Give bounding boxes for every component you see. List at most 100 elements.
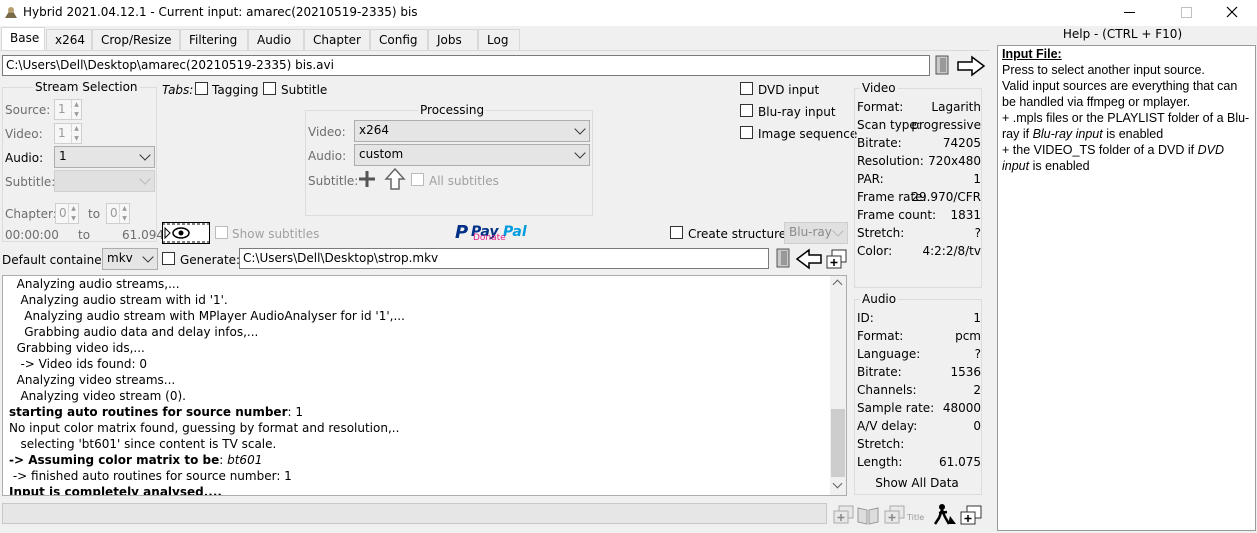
show-subtitles-checkbox[interactable]: [215, 226, 228, 239]
app-icon: [3, 4, 19, 20]
tab-filtering[interactable]: Filtering: [180, 29, 248, 50]
add-icon[interactable]: [357, 169, 377, 189]
video-encoder-select[interactable]: x264: [354, 120, 590, 142]
spin-down-icon[interactable]: ▼: [119, 214, 129, 223]
container-select[interactable]: mkv: [102, 248, 158, 270]
input-path-field[interactable]: C:\Users\Dell\Desktop\amarec(20210519-23…: [2, 55, 930, 76]
video-spinner[interactable]: 1 ▲ ▼: [54, 123, 82, 144]
chapter-label: Chapter:: [5, 207, 57, 221]
processing-video-label: Video:: [308, 125, 346, 139]
info-value: 61.075: [939, 455, 981, 469]
info-value: 0: [973, 419, 981, 433]
image-sequence-checkbox[interactable]: [740, 126, 753, 139]
tab-base[interactable]: Base: [1, 27, 45, 51]
spin-up-icon[interactable]: ▲: [119, 204, 129, 213]
spin-up-icon[interactable]: ▲: [71, 100, 81, 109]
info-key: Channels:: [857, 383, 917, 397]
audio-encoder-select[interactable]: custom: [354, 144, 590, 166]
info-row: Frame count: 1831: [854, 208, 981, 226]
spin-down-icon[interactable]: ▼: [71, 134, 81, 143]
tab-audio[interactable]: Audio: [248, 29, 304, 50]
scroll-up-icon[interactable]: [832, 279, 843, 290]
chevron-down-icon: [139, 173, 151, 185]
help-heading: Input File:: [1002, 47, 1062, 61]
output-path-field[interactable]: C:\Users\Dell\Desktop\strop.mkv: [239, 248, 769, 269]
video-info-title: Video: [860, 81, 898, 95]
minimize-icon[interactable]: [1124, 12, 1135, 13]
scrollbar-thumb[interactable]: [831, 409, 845, 477]
add-job-bottom-icon[interactable]: [960, 505, 984, 527]
tab-jobs[interactable]: Jobs: [428, 29, 478, 50]
spin-down-icon[interactable]: ▼: [68, 214, 78, 223]
info-key: Stretch:: [857, 226, 905, 240]
chapter-to-spinner[interactable]: 0 ▲ ▼: [106, 203, 130, 224]
source-label: Source:: [5, 103, 51, 117]
maximize-icon[interactable]: [1181, 7, 1192, 18]
arrow-up-icon[interactable]: [384, 167, 406, 191]
chevron-down-icon: [142, 251, 154, 263]
tab-chapter[interactable]: Chapter: [304, 29, 370, 50]
info-row: Bitrate: 1536: [854, 365, 981, 383]
log-line: Analyzing video streams...: [9, 373, 176, 387]
chevron-down-icon: [574, 147, 586, 159]
log-line: Analyzing video stream (0).: [9, 389, 186, 403]
tab-log[interactable]: Log: [478, 29, 520, 50]
tab-x264[interactable]: x264: [46, 29, 92, 50]
status-field: [2, 503, 827, 524]
tagging-checkbox[interactable]: [195, 82, 208, 95]
subtitle-tab-label: Subtitle: [281, 83, 328, 97]
chapter-from-spinner[interactable]: 0 ▲ ▼: [55, 203, 79, 224]
audio-stream-select[interactable]: 1: [54, 146, 155, 168]
processing-audio-label: Audio:: [308, 149, 347, 163]
preview-icon[interactable]: [162, 222, 210, 244]
image-sequence-label: Image sequence: [758, 127, 858, 141]
tab-config[interactable]: Config: [370, 29, 428, 50]
worker-icon[interactable]: [933, 502, 957, 526]
info-value: 48000: [942, 401, 981, 415]
info-row: Resolution: 720x480: [854, 154, 981, 172]
add-job-icon[interactable]: [826, 248, 848, 270]
log-scrollbar[interactable]: [830, 276, 846, 495]
open-input-icon[interactable]: [934, 54, 986, 78]
info-value: 720x480: [928, 154, 981, 168]
paypal-donate-button[interactable]: P Pay Pal Donate: [455, 222, 535, 244]
book-icon[interactable]: [856, 505, 880, 525]
info-key: Format:: [857, 100, 904, 114]
info-row: Length: 61.075: [854, 455, 981, 473]
info-row: Frame rate: 29.970/CFR: [854, 190, 981, 208]
all-subtitles-checkbox[interactable]: [411, 173, 424, 186]
source-spinner[interactable]: 1 ▲ ▼: [54, 99, 82, 120]
bluray-input-checkbox[interactable]: [740, 104, 753, 117]
log-line: No input color matrix found, guessing by…: [9, 421, 400, 435]
generate-checkbox[interactable]: [162, 252, 175, 265]
info-row: Sample rate: 48000: [854, 401, 981, 419]
tab-crop-resize[interactable]: Crop/Resize: [92, 29, 180, 50]
info-value: 1: [973, 311, 981, 325]
info-value: ?: [974, 226, 981, 240]
audio-info-list: ID: 1 Format: pcm Language:? Bitrate: 1536 Chan…: [854, 311, 981, 481]
info-key: Length:: [857, 455, 903, 469]
close-icon[interactable]: [1224, 4, 1240, 20]
spin-up-icon[interactable]: ▲: [71, 124, 81, 133]
dvd-input-checkbox[interactable]: [740, 82, 753, 95]
tabs-label: Tabs:: [162, 83, 194, 97]
log-line: Analyzing audio streams,...: [9, 277, 180, 291]
log-line: Analyzing audio stream with id '1'.: [9, 293, 228, 307]
scroll-down-icon[interactable]: [832, 478, 843, 489]
spin-down-icon[interactable]: ▼: [71, 110, 81, 119]
structure-type-select[interactable]: Blu-ray: [784, 222, 848, 244]
subtitle-label: Subtitle:: [5, 175, 56, 189]
save-output-icon[interactable]: [775, 247, 823, 271]
subtitle-stream-select[interactable]: [54, 170, 155, 192]
add-title-icon[interactable]: [884, 505, 906, 525]
show-all-data-button[interactable]: Show All Data: [856, 476, 978, 494]
log-output[interactable]: Analyzing audio streams,... Analyzing au…: [2, 275, 847, 496]
chapter-to-label: to: [88, 207, 101, 221]
subtitle-tab-checkbox[interactable]: [263, 82, 276, 95]
info-row: Stretch:: [854, 437, 981, 455]
spin-up-icon[interactable]: ▲: [68, 204, 78, 213]
add-chapter-icon[interactable]: [833, 505, 855, 525]
create-structure-checkbox[interactable]: [670, 226, 683, 239]
help-header: Help - (CTRL + F10): [1062, 27, 1183, 41]
info-row: Bitrate: 74205: [854, 136, 981, 154]
